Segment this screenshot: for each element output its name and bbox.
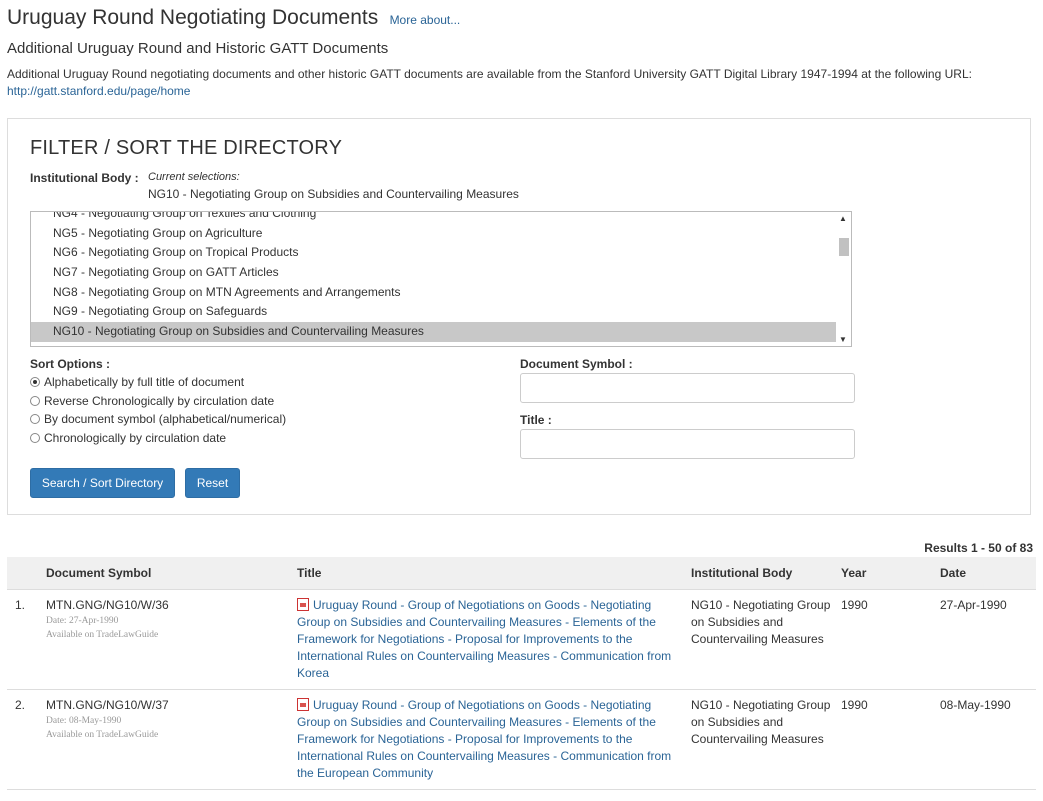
- scroll-down-arrow-icon[interactable]: ▼: [839, 335, 847, 344]
- table-row: 1. MTN.GNG/NG10/W/36 Date: 27-Apr-1990 A…: [7, 590, 1036, 690]
- tradelawguide-note: Available on TradeLawGuide: [46, 730, 159, 740]
- intro-paragraph: Additional Uruguay Round negotiating doc…: [7, 66, 1027, 100]
- document-title-cell[interactable]: Uruguay Round - Group of Negotiations on…: [297, 597, 682, 682]
- listbox-option[interactable]: NG6 - Negotiating Group on Tropical Prod…: [31, 243, 837, 263]
- sort-options-label: Sort Options :: [30, 357, 110, 371]
- listbox-scrollbar[interactable]: ▲ ▼: [836, 212, 851, 346]
- current-selections-label: Current selections:: [148, 171, 240, 183]
- year-cell: 1990: [841, 598, 868, 612]
- page-subtitle: Additional Uruguay Round and Historic GA…: [7, 40, 389, 57]
- search-sort-button[interactable]: Search / Sort Directory: [30, 468, 175, 498]
- row-number: 1.: [15, 598, 26, 612]
- document-symbol-input[interactable]: [520, 373, 855, 403]
- sort-option-chronological[interactable]: Chronologically by circulation date: [30, 431, 226, 445]
- scrollbar-thumb[interactable]: [839, 238, 849, 256]
- results-count: Results 1 - 50 of 83: [924, 541, 1033, 555]
- listbox-option[interactable]: NG9 - Negotiating Group on Safeguards: [31, 302, 837, 322]
- radio-checked-icon[interactable]: [30, 377, 40, 387]
- table-row: 2. MTN.GNG/NG10/W/37 Date: 08-May-1990 A…: [7, 690, 1036, 790]
- row-number: 2.: [15, 698, 26, 712]
- listbox-option[interactable]: NG7 - Negotiating Group on GATT Articles: [31, 263, 837, 283]
- radio-icon[interactable]: [30, 433, 40, 443]
- year-cell: 1990: [841, 698, 868, 712]
- listbox-option[interactable]: NG8 - Negotiating Group on MTN Agreement…: [31, 283, 837, 303]
- page-title: Uruguay Round Negotiating Documents: [7, 6, 379, 29]
- column-header-title[interactable]: Title: [297, 566, 321, 580]
- sort-option-label: Chronologically by circulation date: [44, 431, 227, 445]
- filter-title: FILTER / SORT THE DIRECTORY: [30, 137, 343, 159]
- document-title-cell[interactable]: Uruguay Round - Group of Negotiations on…: [297, 697, 682, 782]
- filter-panel: FILTER / SORT THE DIRECTORY Institutiona…: [7, 118, 1031, 515]
- sort-option-label: By document symbol (alphabetical/numeric…: [44, 412, 287, 426]
- page-header: Uruguay Round Negotiating Documents More…: [7, 6, 460, 30]
- document-symbol: MTN.GNG/NG10/W/37: [46, 698, 169, 712]
- document-date-small: Date: 08-May-1990: [46, 716, 122, 726]
- radio-icon[interactable]: [30, 414, 40, 424]
- document-symbol-label: Document Symbol :: [520, 357, 633, 371]
- listbox-option-selected[interactable]: NG10 - Negotiating Group on Subsidies an…: [31, 322, 837, 342]
- current-selection-value: NG10 - Negotiating Group on Subsidies an…: [148, 187, 519, 201]
- institutional-body-listbox[interactable]: NG4 - Negotiating Group on Textiles and …: [30, 211, 852, 347]
- pdf-icon[interactable]: [297, 698, 309, 711]
- scroll-up-arrow-icon[interactable]: ▲: [839, 214, 847, 223]
- column-header-year[interactable]: Year: [841, 566, 866, 580]
- more-about-link[interactable]: More about...: [390, 13, 461, 27]
- intro-text: Additional Uruguay Round negotiating doc…: [7, 67, 972, 81]
- document-title-link[interactable]: Uruguay Round - Group of Negotiations on…: [297, 698, 671, 780]
- sort-option-label: Alphabetically by full title of document: [44, 375, 245, 389]
- column-header-body[interactable]: Institutional Body: [691, 566, 792, 580]
- date-cell: 27-Apr-1990: [940, 598, 1007, 612]
- institutional-body-cell: NG10 - Negotiating Group on Subsidies an…: [691, 698, 831, 746]
- pdf-icon[interactable]: [297, 598, 309, 611]
- document-date-small: Date: 27-Apr-1990: [46, 616, 119, 626]
- title-label: Title :: [520, 413, 552, 427]
- listbox-option[interactable]: NG5 - Negotiating Group on Agriculture: [31, 224, 837, 244]
- sort-option-symbol[interactable]: By document symbol (alphabetical/numeric…: [30, 412, 286, 426]
- title-input[interactable]: [520, 429, 855, 459]
- institutional-body-label: Institutional Body :: [30, 171, 139, 185]
- date-cell: 08-May-1990: [940, 698, 1011, 712]
- institutional-body-cell: NG10 - Negotiating Group on Subsidies an…: [691, 598, 831, 646]
- reset-button[interactable]: Reset: [185, 468, 240, 498]
- document-symbol: MTN.GNG/NG10/W/36: [46, 598, 169, 612]
- column-header-symbol[interactable]: Document Symbol: [46, 566, 151, 580]
- tradelawguide-note: Available on TradeLawGuide: [46, 630, 159, 640]
- document-symbol-cell: MTN.GNG/NG10/W/36 Date: 27-Apr-1990 Avai…: [46, 597, 169, 642]
- sort-option-reverse-chronological[interactable]: Reverse Chronologically by circulation d…: [30, 394, 274, 408]
- column-header-date[interactable]: Date: [940, 566, 966, 580]
- stanford-gatt-link[interactable]: http://gatt.stanford.edu/page/home: [7, 84, 190, 98]
- radio-icon[interactable]: [30, 396, 40, 406]
- results-table-header: Document Symbol Title Institutional Body…: [7, 557, 1036, 590]
- sort-option-alphabetical[interactable]: Alphabetically by full title of document: [30, 375, 244, 389]
- document-title-link[interactable]: Uruguay Round - Group of Negotiations on…: [297, 598, 671, 680]
- listbox-option[interactable]: NG4 - Negotiating Group on Textiles and …: [31, 212, 837, 224]
- sort-option-label: Reverse Chronologically by circulation d…: [44, 394, 275, 408]
- document-symbol-cell: MTN.GNG/NG10/W/37 Date: 08-May-1990 Avai…: [46, 697, 169, 742]
